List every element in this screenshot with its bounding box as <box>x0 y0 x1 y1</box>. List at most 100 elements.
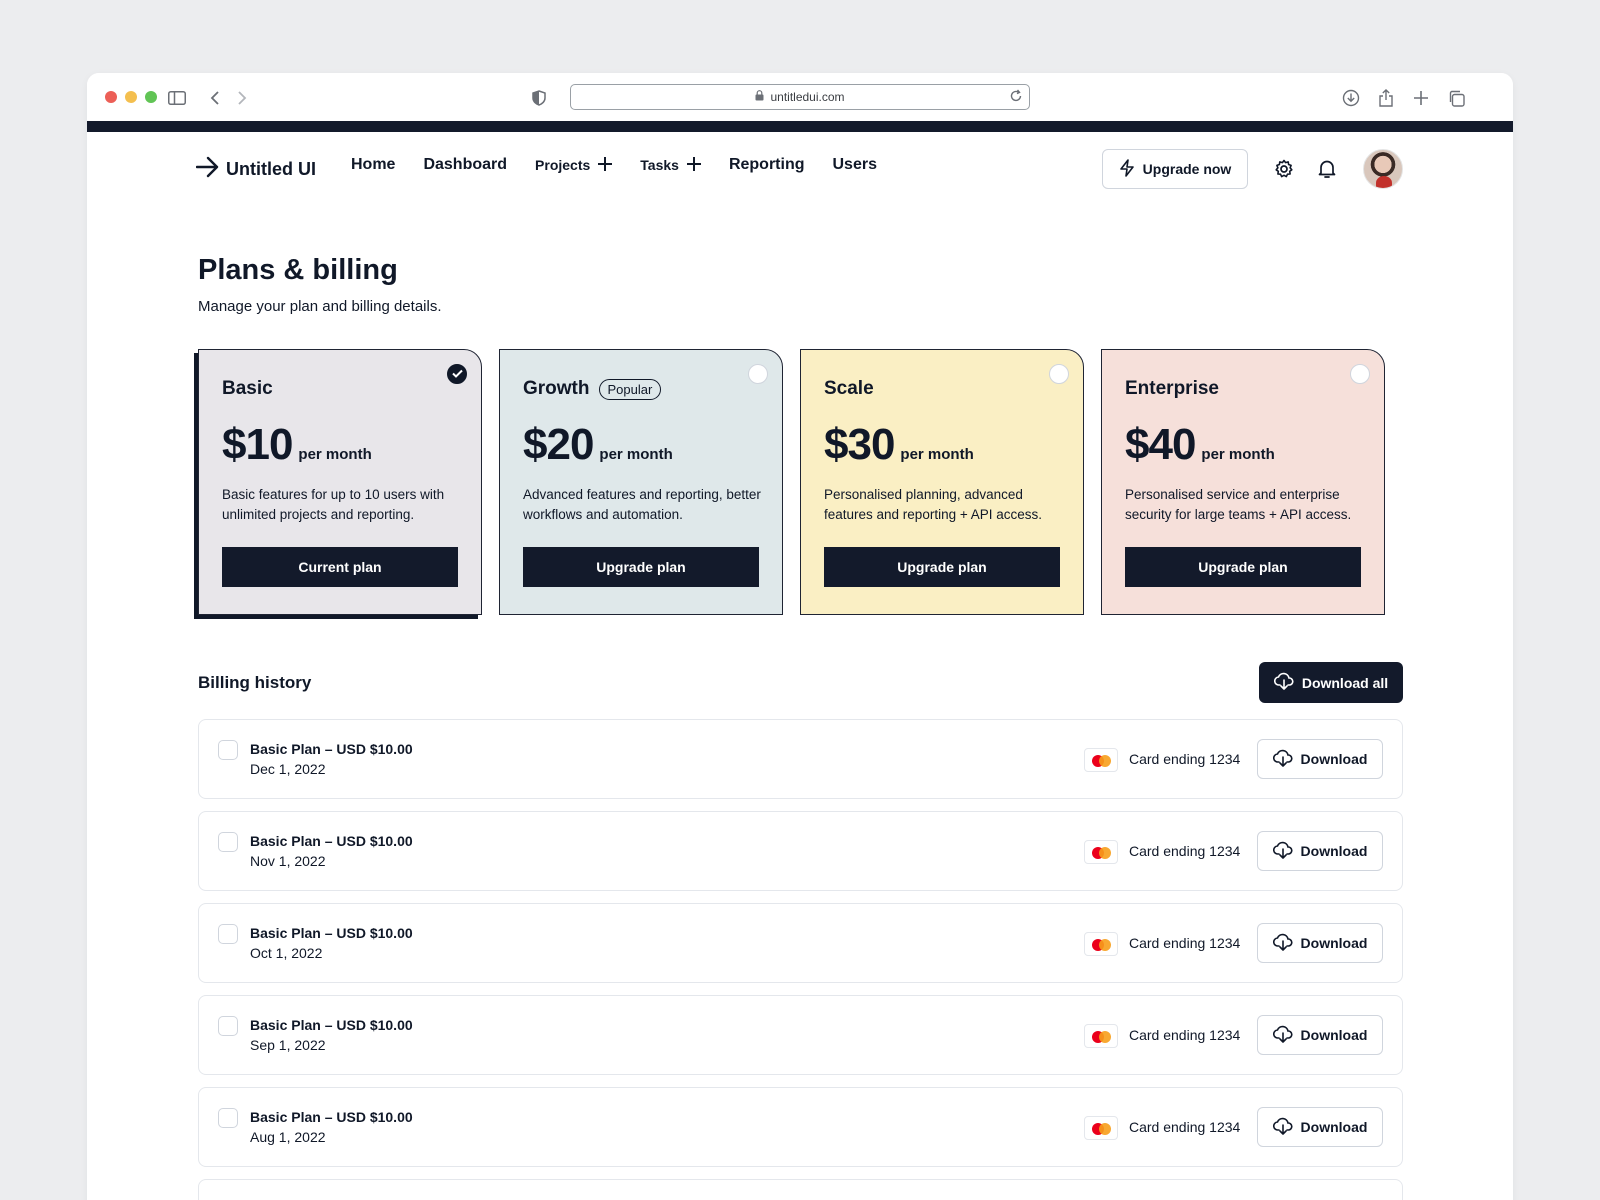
nav-users[interactable]: Users <box>833 156 877 174</box>
reload-icon[interactable] <box>1009 89 1023 106</box>
plan-radio[interactable] <box>1049 364 1069 384</box>
download-button[interactable]: Download <box>1257 1015 1383 1055</box>
avatar[interactable] <box>1363 149 1403 189</box>
plan-price-amount: $10 <box>222 420 293 469</box>
plan-name: Enterprise <box>1125 378 1219 400</box>
nav-users-label: Users <box>832 156 877 173</box>
page-subtitle: Manage your plan and billing details. <box>198 298 442 315</box>
plan-price-period: per month <box>1201 446 1275 463</box>
lightning-icon <box>1119 158 1135 180</box>
nav-tasks-label: Tasks <box>640 157 679 173</box>
plan-card-scale[interactable]: Scale $30 per month Personalised plannin… <box>800 349 1084 615</box>
invoice-date: Nov 1, 2022 <box>250 853 326 869</box>
tabs-icon[interactable] <box>1445 87 1467 109</box>
download-icon[interactable] <box>1340 87 1362 109</box>
download-cloud-icon <box>1272 841 1293 862</box>
plan-name-text: Enterprise <box>1125 378 1219 399</box>
nav-reporting[interactable]: Reporting <box>729 156 805 174</box>
download-all-button[interactable]: Download all <box>1259 662 1403 703</box>
download-button[interactable]: Download <box>1257 739 1383 779</box>
mastercard-icon <box>1084 1116 1118 1140</box>
mastercard-icon <box>1084 840 1118 864</box>
plan-description: Personalised service and enterprise secu… <box>1125 487 1352 522</box>
plan-radio[interactable] <box>447 364 467 384</box>
brand-name: Untitled UI <box>226 159 316 179</box>
mastercard-icon <box>1084 932 1118 956</box>
page-title: Plans & billing <box>198 254 398 286</box>
plan-description: Advanced features and reporting, better … <box>523 487 761 522</box>
new-tab-icon[interactable] <box>1410 87 1432 109</box>
plan-description: Personalised planning, advanced features… <box>824 487 1043 522</box>
plan-name: Scale <box>824 378 874 400</box>
download-cloud-icon <box>1272 749 1293 770</box>
row-checkbox[interactable] <box>218 740 238 760</box>
nav-tasks[interactable]: Tasks <box>640 156 701 174</box>
card-info: Card ending 1234 <box>1129 1027 1241 1043</box>
back-icon[interactable] <box>204 87 226 109</box>
download-button[interactable]: Download <box>1257 1107 1383 1147</box>
row-checkbox[interactable] <box>218 1108 238 1128</box>
download-button[interactable]: Download <box>1257 831 1383 871</box>
gear-icon[interactable] <box>1273 158 1295 180</box>
plan-name-text: Basic <box>222 378 273 399</box>
billing-history-title: Billing history <box>198 673 312 692</box>
plan-radio[interactable] <box>748 364 768 384</box>
nav-dashboard[interactable]: Dashboard <box>423 156 507 174</box>
plan-price-amount: $30 <box>824 420 895 469</box>
upgrade-now-label: Upgrade now <box>1142 161 1232 177</box>
plan-price: $10 per month <box>222 420 372 470</box>
download-label: Download <box>1300 1027 1368 1043</box>
plan-card-growth[interactable]: Growth Popular $20 per month Advanced fe… <box>499 349 783 615</box>
upgrade-plan-button[interactable]: Upgrade plan <box>824 547 1060 587</box>
invoice-date: Aug 1, 2022 <box>250 1129 326 1145</box>
invoice-date: Dec 1, 2022 <box>250 761 326 777</box>
nav-links: Home Dashboard Projects Tasks Reporting … <box>351 156 877 174</box>
row-checkbox[interactable] <box>218 1016 238 1036</box>
brand-logo[interactable]: Untitled UI <box>195 156 316 183</box>
billing-row-partial <box>198 1179 1403 1200</box>
shield-icon[interactable] <box>528 87 550 109</box>
sidebar-toggle-icon[interactable] <box>166 87 188 109</box>
maximize-window-button[interactable] <box>145 91 157 103</box>
check-icon <box>451 365 463 383</box>
download-all-label: Download all <box>1301 674 1389 691</box>
plan-name: Basic <box>222 378 273 400</box>
download-cloud-icon <box>1272 1025 1293 1046</box>
nav-home[interactable]: Home <box>351 156 395 174</box>
popular-badge: Popular <box>598 378 662 400</box>
download-label: Download <box>1300 751 1368 767</box>
browser-toolbar: untitledui.com <box>87 73 1513 121</box>
nav-home-label: Home <box>351 156 396 173</box>
nav-projects[interactable]: Projects <box>535 156 613 174</box>
plan-price: $30 per month <box>824 420 974 470</box>
invoice-title: Basic Plan – USD $10.00 <box>250 1109 413 1125</box>
plan-radio[interactable] <box>1350 364 1370 384</box>
forward-icon[interactable] <box>231 87 253 109</box>
plan-price-period: per month <box>298 446 372 463</box>
row-checkbox[interactable] <box>218 924 238 944</box>
window-controls <box>105 91 157 103</box>
plan-description: Basic features for up to 10 users with u… <box>222 487 445 522</box>
nav-dashboard-label: Dashboard <box>423 156 508 173</box>
download-label: Download <box>1300 1119 1368 1135</box>
mastercard-icon <box>1084 1024 1118 1048</box>
invoice-title: Basic Plan – USD $10.00 <box>250 741 413 757</box>
plan-card-enterprise[interactable]: Enterprise $40 per month Personalised se… <box>1101 349 1385 615</box>
download-button[interactable]: Download <box>1257 923 1383 963</box>
upgrade-now-button[interactable]: Upgrade now <box>1102 149 1248 189</box>
upgrade-plan-button[interactable]: Upgrade plan <box>1125 547 1361 587</box>
plan-card-basic[interactable]: Basic $10 per month Basic features for u… <box>198 349 482 615</box>
top-nav: Untitled UI Home Dashboard Projects Task… <box>87 132 1513 204</box>
share-icon[interactable] <box>1375 87 1397 109</box>
bell-icon[interactable] <box>1316 158 1338 180</box>
address-bar[interactable]: untitledui.com <box>570 84 1030 110</box>
plan-price: $40 per month <box>1125 420 1275 470</box>
upgrade-plan-button[interactable]: Upgrade plan <box>523 547 759 587</box>
minimize-window-button[interactable] <box>125 91 137 103</box>
current-plan-button[interactable]: Current plan <box>222 547 458 587</box>
close-window-button[interactable] <box>105 91 117 103</box>
download-label: Download <box>1300 843 1368 859</box>
row-checkbox[interactable] <box>218 832 238 852</box>
card-info: Card ending 1234 <box>1129 843 1241 859</box>
invoice-title: Basic Plan – USD $10.00 <box>250 1017 413 1033</box>
